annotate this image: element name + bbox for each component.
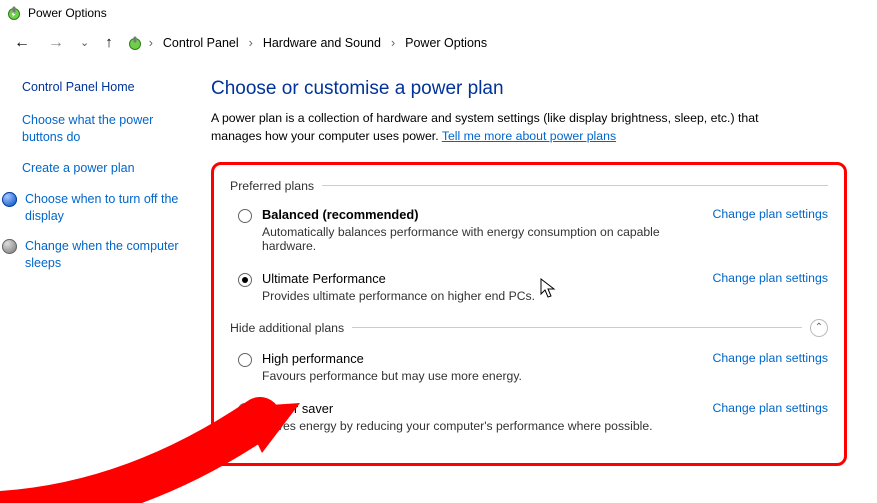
plan-name[interactable]: Balanced (recommended): [262, 207, 418, 222]
plan-ultimate: Ultimate Performance Provides ultimate p…: [230, 265, 828, 315]
group-label-text: Hide additional plans: [230, 321, 344, 335]
address-bar: ← → ⌄ ↑ › Control Panel › Hardware and S…: [0, 26, 877, 60]
intro-help-link[interactable]: Tell me more about power plans: [442, 129, 616, 143]
plan-power-saver: Power saver Saves energy by reducing you…: [230, 395, 828, 445]
nav-forward-button[interactable]: →: [44, 34, 68, 52]
plan-high-performance: High performance Favours performance but…: [230, 345, 828, 395]
sidebar-link-power-buttons[interactable]: Choose what the power buttons do: [22, 112, 191, 146]
sidebar: Control Panel Home Choose what the power…: [0, 60, 205, 503]
breadcrumb-control-panel[interactable]: Control Panel: [159, 34, 243, 52]
plan-name[interactable]: Power saver: [262, 401, 333, 416]
nav-back-button[interactable]: ←: [10, 34, 34, 52]
radio-power-saver[interactable]: [238, 403, 252, 417]
divider: [352, 327, 802, 328]
divider: [322, 185, 828, 186]
page-title: Choose or customise a power plan: [211, 78, 847, 100]
chevron-up-icon: ⌃: [815, 322, 823, 333]
group-label-text: Preferred plans: [230, 179, 314, 193]
group-additional-plans[interactable]: Hide additional plans ⌃: [230, 319, 828, 337]
collapse-plans-button[interactable]: ⌃: [810, 319, 828, 337]
plan-name[interactable]: High performance: [262, 351, 364, 366]
chevron-right-icon: ›: [389, 36, 397, 50]
change-plan-settings-link[interactable]: Change plan settings: [712, 271, 828, 285]
sidebar-link-turn-off-display[interactable]: Choose when to turn off the display: [22, 191, 191, 225]
nav-history-dropdown[interactable]: ⌄: [78, 36, 91, 49]
plan-description: Provides ultimate performance on higher …: [262, 289, 690, 303]
control-panel-home-link[interactable]: Control Panel Home: [22, 80, 191, 94]
change-plan-settings-link[interactable]: Change plan settings: [712, 351, 828, 365]
window-title: Power Options: [28, 6, 107, 20]
plan-description: Favours performance but may use more ene…: [262, 369, 690, 383]
breadcrumb-icon: [127, 35, 143, 51]
breadcrumb-hardware-sound[interactable]: Hardware and Sound: [259, 34, 385, 52]
sidebar-item-label: Change when the computer sleeps: [25, 238, 191, 272]
nav-up-button[interactable]: ↑: [101, 34, 117, 51]
plans-highlight-box: Preferred plans Balanced (recommended) A…: [211, 162, 847, 466]
main-pane: Choose or customise a power plan A power…: [205, 60, 877, 503]
window-titlebar: Power Options: [0, 0, 877, 26]
chevron-right-icon: ›: [147, 36, 155, 50]
radio-ultimate[interactable]: [238, 273, 252, 287]
plan-description: Saves energy by reducing your computer's…: [262, 419, 690, 433]
shield-icon: [2, 192, 17, 207]
page-intro: A power plan is a collection of hardware…: [211, 110, 811, 146]
change-plan-settings-link[interactable]: Change plan settings: [712, 207, 828, 221]
change-plan-settings-link[interactable]: Change plan settings: [712, 401, 828, 415]
power-options-icon: [6, 5, 22, 21]
sidebar-link-computer-sleeps[interactable]: Change when the computer sleeps: [22, 238, 191, 272]
sidebar-link-create-plan[interactable]: Create a power plan: [22, 160, 191, 177]
chevron-right-icon: ›: [247, 36, 255, 50]
sidebar-item-label: Choose when to turn off the display: [25, 191, 191, 225]
breadcrumb-power-options[interactable]: Power Options: [401, 34, 491, 52]
radio-balanced[interactable]: [238, 209, 252, 223]
plan-name[interactable]: Ultimate Performance: [262, 271, 386, 286]
plan-description: Automatically balances performance with …: [262, 225, 690, 253]
radio-high-performance[interactable]: [238, 353, 252, 367]
group-preferred-plans: Preferred plans: [230, 179, 828, 193]
breadcrumb: › Control Panel › Hardware and Sound › P…: [127, 34, 491, 52]
shield-icon: [2, 239, 17, 254]
plan-balanced: Balanced (recommended) Automatically bal…: [230, 201, 828, 265]
